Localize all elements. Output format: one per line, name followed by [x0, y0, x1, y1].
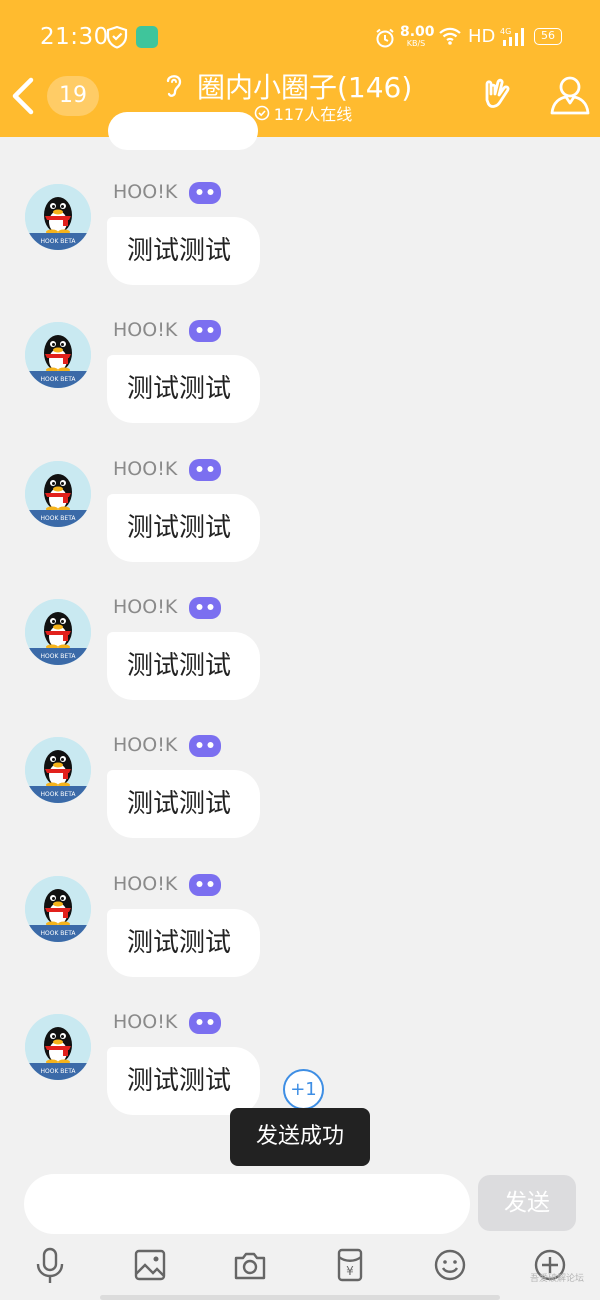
ear-icon[interactable] [162, 71, 186, 99]
robot-badge-icon [189, 459, 222, 481]
send-button[interactable]: 发送 [478, 1175, 576, 1231]
network-speed: 8.00 KB/S [400, 24, 435, 48]
red-packet-icon[interactable]: ¥ [328, 1242, 372, 1288]
avatar-caption: HOOK BETA [40, 515, 76, 522]
robot-badge-icon [189, 1012, 222, 1034]
chat-message: HOOK BETA HOO!K 测试测试 [0, 873, 600, 996]
sender-row: HOO!K [113, 869, 223, 899]
watermark: 吾爱破解论坛 [530, 1274, 585, 1284]
penguin-avatar-icon: HOOK BETA [25, 599, 91, 665]
message-bubble[interactable]: 测试测试 [107, 494, 260, 562]
avatar-caption: HOOK BETA [40, 930, 76, 937]
sender-row: HOO!K [113, 454, 223, 484]
robot-badge-icon [189, 597, 222, 619]
avatar-caption: HOOK BETA [40, 791, 76, 798]
robot-badge-icon [189, 874, 222, 896]
chat-message: HOOK BETA HOO!K 测试测试 [0, 181, 600, 304]
avatar-caption: HOOK BETA [40, 376, 76, 383]
penguin-avatar-icon: HOOK BETA [25, 737, 91, 803]
status-bar: 21:30 8.00 KB/S HD 4G 56 [0, 0, 600, 70]
battery-indicator: 56 [534, 28, 562, 45]
avatar[interactable]: HOOK BETA [25, 184, 91, 250]
camera-icon[interactable] [228, 1242, 272, 1288]
sender-row: HOO!K [113, 730, 223, 760]
avatar-caption: HOOK BETA [40, 1068, 76, 1075]
sender-name[interactable]: HOO!K [113, 873, 177, 895]
image-icon[interactable] [128, 1242, 172, 1288]
robot-badge-icon [189, 182, 222, 204]
sender-name[interactable]: HOO!K [113, 734, 177, 756]
avatar-caption: HOOK BETA [40, 653, 76, 660]
network-type-label: 4G [500, 27, 511, 36]
avatar[interactable]: HOOK BETA [25, 876, 91, 942]
online-status-icon [254, 105, 270, 121]
status-time: 21:30 [40, 24, 109, 50]
penguin-avatar-icon: HOOK BETA [25, 184, 91, 250]
shield-icon [106, 25, 128, 49]
sender-row: HOO!K [113, 315, 223, 345]
home-indicator [100, 1295, 500, 1300]
sender-name[interactable]: HOO!K [113, 181, 177, 203]
chat-message: HOOK BETA HOO!K 测试测试 [0, 596, 600, 719]
chat-message: HOOK BETA HOO!K 测试测试 [0, 458, 600, 581]
signal-4g-icon: 4G [500, 27, 524, 46]
penguin-avatar-icon: HOOK BETA [25, 1014, 91, 1080]
message-bubble[interactable]: 测试测试 [107, 909, 260, 977]
microphone-icon[interactable] [28, 1242, 72, 1288]
network-speed-value: 8.00 [400, 24, 435, 40]
robot-badge-icon [189, 320, 222, 342]
previous-message-bubble [108, 112, 258, 150]
chat-message: HOOK BETA HOO!K 测试测试 [0, 734, 600, 857]
avatar[interactable]: HOOK BETA [25, 599, 91, 665]
message-bubble[interactable]: 测试测试 [107, 355, 260, 423]
network-speed-unit: KB/S [406, 39, 426, 48]
avatar[interactable]: HOOK BETA [25, 737, 91, 803]
toast-send-success: 发送成功 [230, 1108, 370, 1166]
gesture-hand-icon[interactable] [478, 74, 518, 114]
sender-name[interactable]: HOO!K [113, 319, 177, 341]
app-notification-icon [136, 26, 158, 48]
chat-header: 21:30 8.00 KB/S HD 4G 56 19 圈内小圈子(146) 1… [0, 0, 600, 137]
sender-row: HOO!K [113, 592, 223, 622]
online-count-text: 117人在线 [273, 105, 353, 124]
alarm-icon [376, 28, 394, 48]
group-members-icon[interactable] [546, 72, 594, 118]
chat-message: HOOK BETA HOO!K 测试测试 [0, 319, 600, 442]
penguin-avatar-icon: HOOK BETA [25, 876, 91, 942]
emoji-icon[interactable] [428, 1242, 472, 1288]
penguin-avatar-icon: HOOK BETA [25, 461, 91, 527]
group-title[interactable]: 圈内小圈子(146) [197, 66, 412, 106]
message-bubble[interactable]: 测试测试 [107, 632, 260, 700]
message-bubble[interactable]: 测试测试 [107, 217, 260, 285]
sender-row: HOO!K [113, 1007, 223, 1037]
message-bubble[interactable]: 测试测试 [107, 770, 260, 838]
robot-badge-icon [189, 735, 222, 757]
svg-text:¥: ¥ [346, 1264, 354, 1278]
input-toolbar: ¥ [0, 1242, 600, 1292]
sender-row: HOO!K [113, 177, 223, 207]
avatar[interactable]: HOOK BETA [25, 322, 91, 388]
plus-one-button[interactable]: +1 [283, 1069, 324, 1110]
sender-name[interactable]: HOO!K [113, 1011, 177, 1033]
wifi-icon [439, 27, 461, 45]
sender-name[interactable]: HOO!K [113, 458, 177, 480]
avatar[interactable]: HOOK BETA [25, 1014, 91, 1080]
hd-indicator: HD [468, 26, 496, 47]
avatar[interactable]: HOOK BETA [25, 461, 91, 527]
penguin-avatar-icon: HOOK BETA [25, 322, 91, 388]
message-bubble[interactable]: 测试测试 [107, 1047, 260, 1115]
sender-name[interactable]: HOO!K [113, 596, 177, 618]
message-input[interactable] [24, 1174, 470, 1234]
avatar-caption: HOOK BETA [40, 238, 76, 245]
